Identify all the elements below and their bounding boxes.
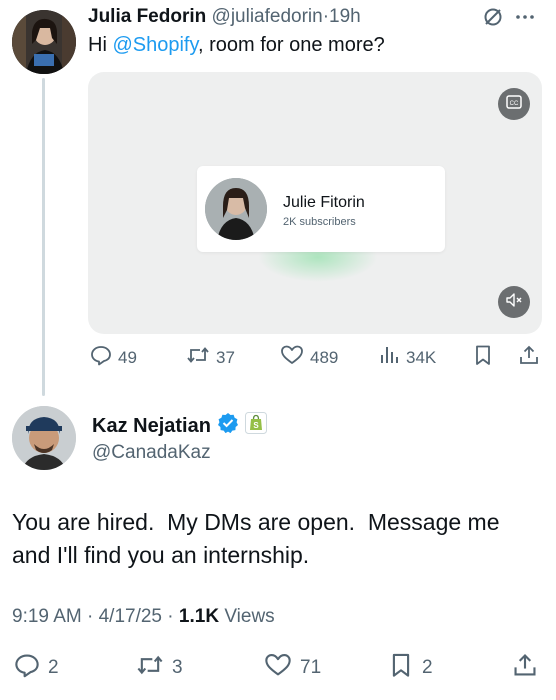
views-label: Views bbox=[219, 606, 275, 627]
separator-dot: · bbox=[162, 606, 179, 627]
svg-text:CC: CC bbox=[510, 101, 519, 107]
reply-button[interactable]: 2 bbox=[14, 652, 59, 684]
share-icon bbox=[518, 344, 540, 371]
card-avatar bbox=[205, 178, 267, 240]
author-handle[interactable]: @CanadaKaz bbox=[92, 442, 211, 464]
like-button[interactable]: 71 bbox=[264, 652, 321, 684]
bookmark-icon bbox=[388, 652, 414, 684]
bookmark-icon bbox=[472, 344, 494, 371]
repost-icon bbox=[136, 652, 164, 684]
repost-button[interactable]: 3 bbox=[136, 652, 183, 684]
like-button[interactable]: 489 bbox=[280, 344, 338, 371]
separator-dot: · bbox=[81, 606, 99, 627]
tweet1-text: Hi @Shopify, room for one more? bbox=[88, 34, 385, 57]
card-name: Julie Fitorin bbox=[283, 194, 365, 211]
reply-icon bbox=[14, 652, 40, 684]
grok-icon[interactable] bbox=[482, 6, 504, 33]
heart-icon bbox=[280, 344, 304, 371]
post-date[interactable]: 4/17/25 bbox=[99, 606, 162, 627]
volume-muted-icon bbox=[505, 292, 523, 313]
views-chart-icon bbox=[378, 344, 400, 371]
more-options-icon[interactable] bbox=[514, 6, 536, 33]
share-icon bbox=[512, 652, 538, 684]
tweet1-text-suffix: , room for one more? bbox=[197, 34, 385, 56]
reply-count: 2 bbox=[48, 657, 59, 678]
heart-icon bbox=[264, 652, 292, 684]
author-handle[interactable]: @juliafedorin bbox=[212, 6, 323, 27]
tweet2-actions: 2 3 71 2 bbox=[12, 652, 544, 682]
post-time[interactable]: 19h bbox=[329, 6, 361, 27]
video-media[interactable]: Julie Fitorin 2K subscribers CC bbox=[88, 72, 542, 334]
reply-count: 49 bbox=[118, 347, 137, 367]
mute-button[interactable] bbox=[498, 286, 530, 318]
svg-text:S: S bbox=[253, 421, 259, 430]
bookmark-button[interactable] bbox=[472, 344, 494, 371]
repost-count: 3 bbox=[172, 657, 183, 678]
views-count: 1.1K bbox=[178, 606, 220, 627]
repost-button[interactable]: 37 bbox=[186, 344, 235, 371]
reply-button[interactable]: 49 bbox=[90, 344, 137, 371]
share-button[interactable] bbox=[518, 344, 540, 371]
tweet1-text-prefix: Hi bbox=[88, 34, 113, 56]
tweet1-header: Julia Fedorin @juliafedorin·19h bbox=[88, 6, 361, 28]
shopify-affiliate-icon[interactable]: S bbox=[244, 412, 267, 440]
mention-link[interactable]: @Shopify bbox=[112, 34, 198, 56]
profile-card: Julie Fitorin 2K subscribers bbox=[197, 166, 445, 252]
bookmark-button[interactable]: 2 bbox=[388, 652, 433, 684]
avatar-julia-fedorin[interactable] bbox=[12, 10, 76, 74]
thread-connector-line bbox=[42, 78, 45, 396]
tweet2-text-line: You are hired. My DMs are open. Message … bbox=[12, 509, 500, 535]
avatar-kaz-nejatian[interactable] bbox=[12, 406, 76, 470]
closed-captions-button[interactable]: CC bbox=[498, 88, 530, 120]
tweet2-text-line: and I'll find you an internship. bbox=[12, 542, 310, 568]
tweet2-author: Kaz Nejatian S bbox=[92, 412, 267, 440]
author-name[interactable]: Julia Fedorin bbox=[88, 6, 206, 27]
share-button[interactable] bbox=[512, 652, 538, 684]
tweet1-actions: 49 37 489 34K bbox=[88, 344, 544, 374]
repost-count: 37 bbox=[216, 347, 235, 367]
card-subscribers: 2K subscribers bbox=[283, 216, 356, 228]
tweet2-meta: 9:19 AM · 4/17/25 · 1.1K Views bbox=[12, 606, 275, 628]
repost-icon bbox=[186, 344, 210, 371]
author-name[interactable]: Kaz Nejatian bbox=[92, 415, 211, 438]
like-count: 71 bbox=[300, 657, 322, 678]
bookmark-count: 2 bbox=[422, 657, 433, 678]
reply-icon bbox=[90, 344, 112, 371]
like-count: 489 bbox=[310, 347, 339, 367]
tweet2-text: You are hired. My DMs are open. Message … bbox=[12, 506, 542, 572]
closed-captions-icon: CC bbox=[506, 94, 522, 114]
verified-badge-icon[interactable] bbox=[217, 412, 239, 440]
post-time[interactable]: 9:19 AM bbox=[12, 606, 82, 627]
tweet1-top-icons bbox=[482, 6, 536, 33]
views-button[interactable]: 34K bbox=[378, 344, 436, 371]
views-count: 34K bbox=[406, 347, 437, 367]
